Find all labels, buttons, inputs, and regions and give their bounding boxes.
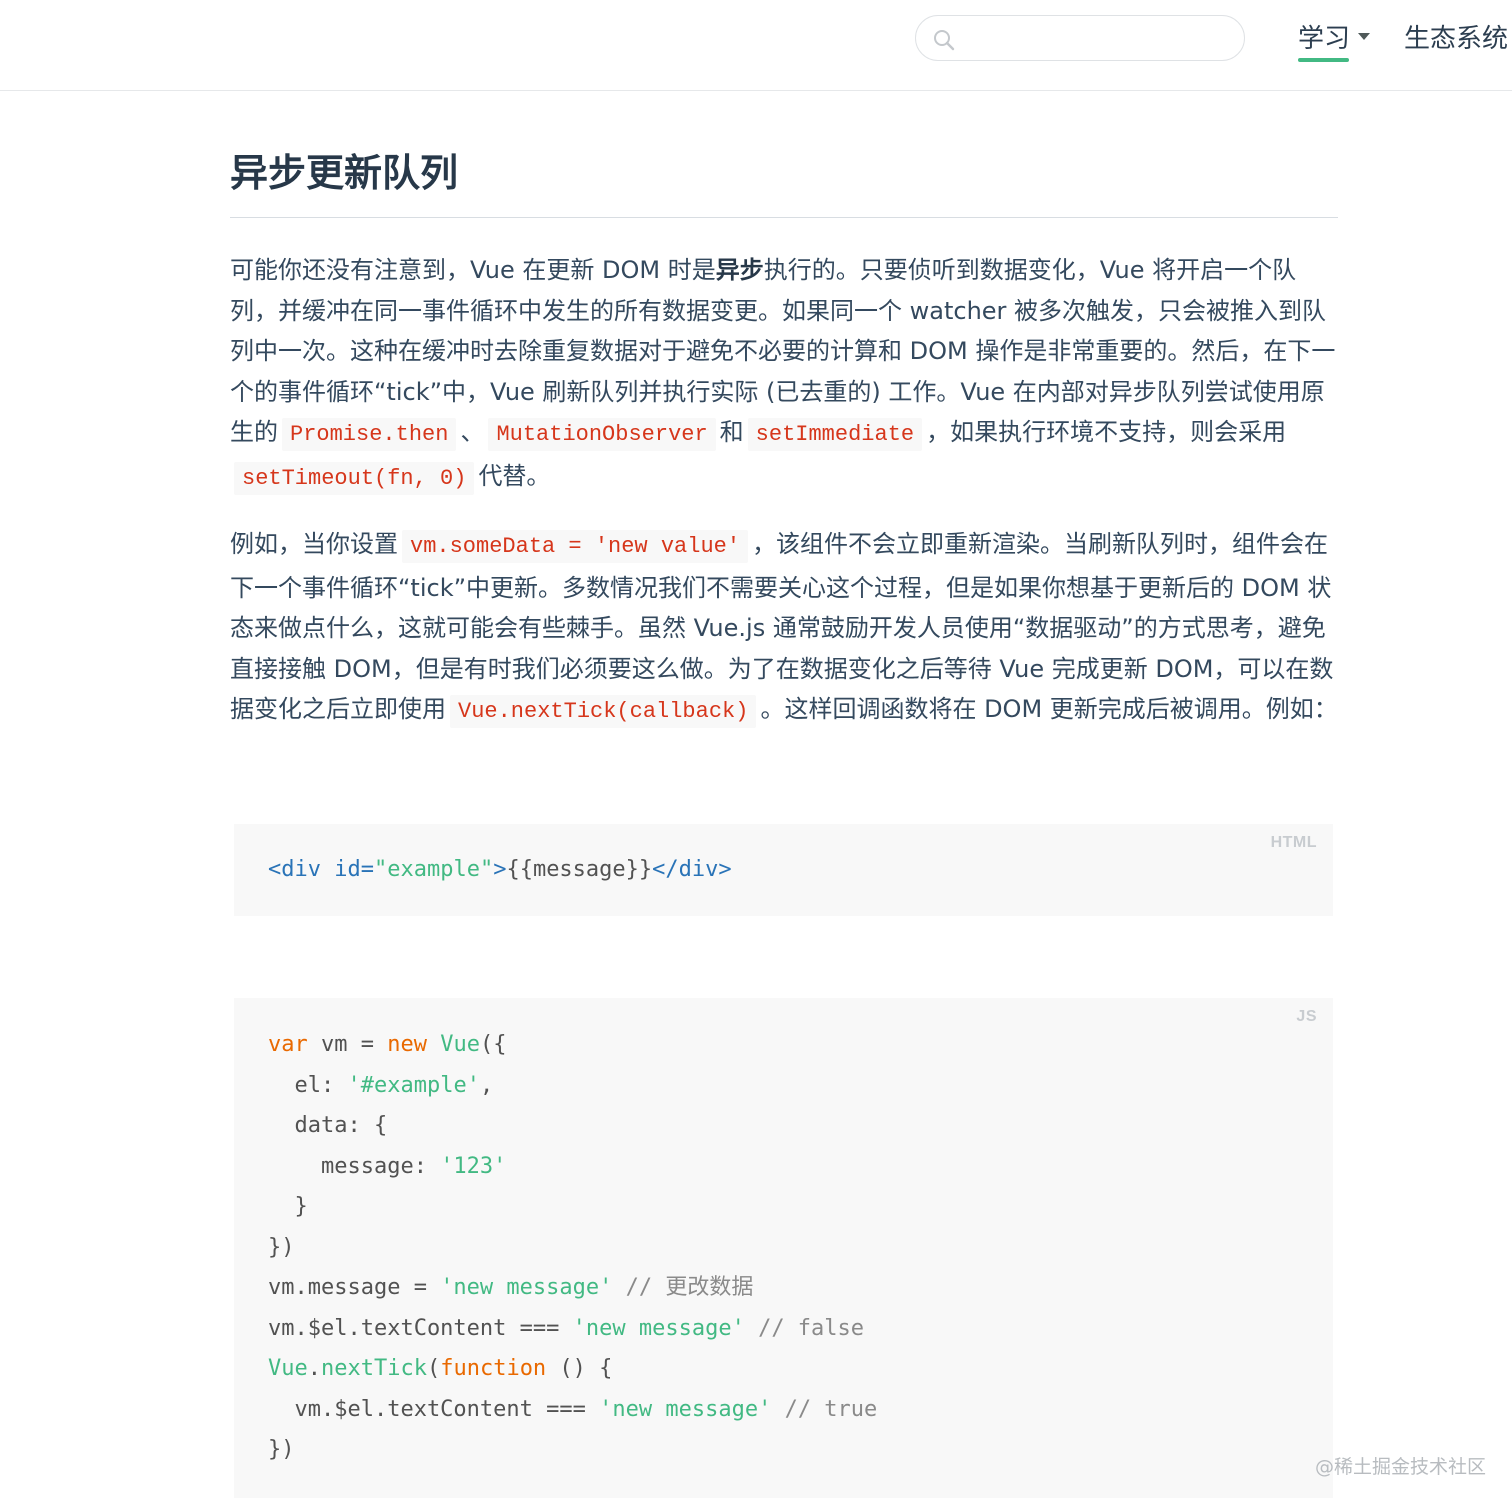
code-token: message: xyxy=(268,1153,441,1179)
text: 可能你还没有注意到，Vue 在更新 DOM 时是 xyxy=(230,256,716,284)
code-token: }) xyxy=(268,1234,295,1260)
code-token: new xyxy=(387,1032,427,1057)
top-navbar: 学习 生态系统 xyxy=(0,0,1512,91)
code-line: }) xyxy=(268,1430,877,1471)
code-token: id= xyxy=(334,857,374,882)
code-line: vm.$el.textContent === 'new message' // … xyxy=(268,1309,877,1350)
code-token: vm = xyxy=(307,1032,388,1057)
code-token: . xyxy=(307,1356,321,1381)
code-token: }) xyxy=(268,1437,295,1462)
paragraph-example: 例如，当你设置 vm.someData = 'new value' ，该组件不会立即… xyxy=(230,524,1338,733)
code-line: Vue.nextTick(function () { xyxy=(268,1349,877,1390)
text: ，如果执行环境不支持，则会采用 xyxy=(926,418,1287,447)
text: 代替。 xyxy=(478,461,551,490)
code-token: 'new message' xyxy=(440,1275,613,1300)
inline-code: setTimeout(fn, 0) xyxy=(234,461,475,495)
text: 例如，当你设置 xyxy=(230,530,398,558)
code-line: el: '#example', xyxy=(268,1066,877,1107)
code-token: nextTick xyxy=(321,1356,427,1381)
code-token: Vue xyxy=(440,1032,480,1057)
code-token: el: xyxy=(268,1072,348,1098)
inline-code: setImmediate xyxy=(747,418,923,452)
code-token: "example" xyxy=(373,857,494,882)
code-block-html: HTML <div id="example">{{message}}</div> xyxy=(234,824,1333,916)
code-token: 'new message' xyxy=(599,1396,772,1422)
code-token: // true xyxy=(771,1396,878,1422)
search-icon xyxy=(934,30,955,51)
active-nav-indicator xyxy=(1298,58,1349,62)
code-token: vm.message = xyxy=(268,1275,441,1300)
code-token: // false xyxy=(744,1315,865,1341)
text: 。这样回调函数将在 DOM 更新完成后被调用。例如： xyxy=(760,695,1338,724)
code-token: () { xyxy=(546,1356,613,1381)
code-token: data: { xyxy=(268,1113,388,1138)
code-line: <div id="example">{{message}}</div> xyxy=(268,850,732,891)
code-line: vm.$el.textContent === 'new message' // … xyxy=(268,1390,877,1431)
inline-code: vm.someData = 'new value' xyxy=(402,530,749,563)
code-token: function xyxy=(440,1356,547,1381)
code-line: var vm = new Vue({ xyxy=(268,1025,877,1066)
search-input[interactable] xyxy=(966,24,1230,54)
code-token: ({ xyxy=(479,1032,507,1057)
bold-text: 异步 xyxy=(715,256,764,284)
code-token: </div> xyxy=(652,857,732,882)
inline-code: MutationObserver xyxy=(488,418,716,452)
code-token: , xyxy=(479,1072,494,1098)
code-token: } xyxy=(268,1194,308,1219)
code-token: 'new message' xyxy=(572,1315,745,1341)
code-lines: <div id="example">{{message}}</div> xyxy=(268,850,732,891)
code-line: } xyxy=(268,1187,877,1228)
code-block-js: JS var vm = new Vue({ el: '#example', da… xyxy=(234,998,1333,1498)
code-token: <div xyxy=(268,857,335,882)
code-language-label: HTML xyxy=(1270,834,1317,851)
page-title: 异步更新队列 xyxy=(230,151,459,195)
inline-code: Promise.then xyxy=(282,418,457,452)
code-language-label: JS xyxy=(1296,1008,1317,1025)
code-token: vm.$el.textContent === xyxy=(268,1396,600,1422)
code-token: ( xyxy=(426,1356,441,1381)
code-token: > xyxy=(493,857,507,882)
code-line: message: '123' xyxy=(268,1147,877,1188)
code-token: var xyxy=(268,1032,308,1057)
code-token: Vue xyxy=(268,1356,308,1381)
text: 、 xyxy=(460,418,485,447)
watermark: @稀土掘金技术社区 xyxy=(1315,1456,1487,1478)
nav-learn-label: 学习 xyxy=(1298,24,1351,54)
code-token: '123' xyxy=(440,1153,507,1179)
search-box[interactable] xyxy=(915,15,1245,61)
code-lines: var vm = new Vue({ el: '#example', data:… xyxy=(268,1025,877,1471)
nav-learn[interactable]: 学习 xyxy=(1298,18,1351,62)
nav-ecosystem[interactable]: 生态系统 xyxy=(1404,18,1508,55)
code-token: // 更改数据 xyxy=(612,1275,754,1300)
code-line: }) xyxy=(268,1228,877,1269)
code-token: vm.$el.textContent === xyxy=(268,1315,573,1341)
code-token: '#example' xyxy=(347,1072,480,1098)
nav-ecosystem-label: 生态系统 xyxy=(1404,24,1509,54)
code-token: {{message}} xyxy=(506,857,653,882)
title-divider xyxy=(230,217,1338,218)
inline-code: Vue.nextTick(callback) xyxy=(450,695,757,729)
chevron-down-icon[interactable] xyxy=(1358,33,1370,40)
code-line: data: { xyxy=(268,1106,877,1147)
code-line: vm.message = 'new message' // 更改数据 xyxy=(268,1268,877,1309)
text: 和 xyxy=(719,418,744,447)
paragraph-async-intro: 可能你还没有注意到，Vue 在更新 DOM 时是异步执行的。只要侦听到数据变化，… xyxy=(230,250,1338,500)
